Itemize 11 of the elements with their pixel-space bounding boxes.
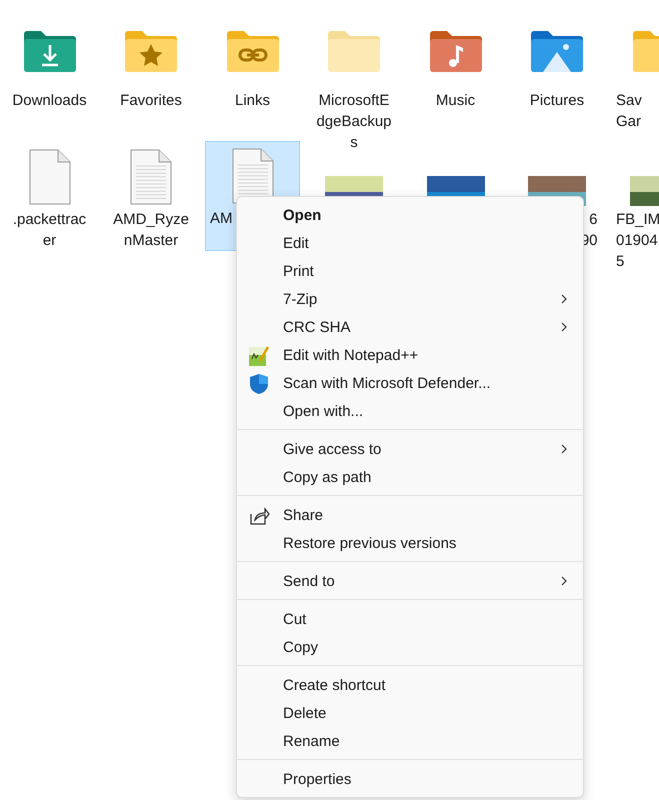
file-name: FB_IM 01904 5 <box>615 210 659 272</box>
file-name: AMD_Ryze nMaster <box>113 210 189 251</box>
file-name: Music <box>436 91 476 111</box>
file-name: Pictures <box>530 91 584 111</box>
file-name: MicrosoftE dgeBackup s <box>316 91 392 153</box>
file-name: AM <box>209 209 232 229</box>
file-name: .packettrac er <box>12 210 86 251</box>
file-name: Sav Gar <box>615 91 642 132</box>
file-name: Links <box>234 91 270 111</box>
file-name: Downloads <box>12 91 87 111</box>
file-name: Favorites <box>120 91 182 111</box>
